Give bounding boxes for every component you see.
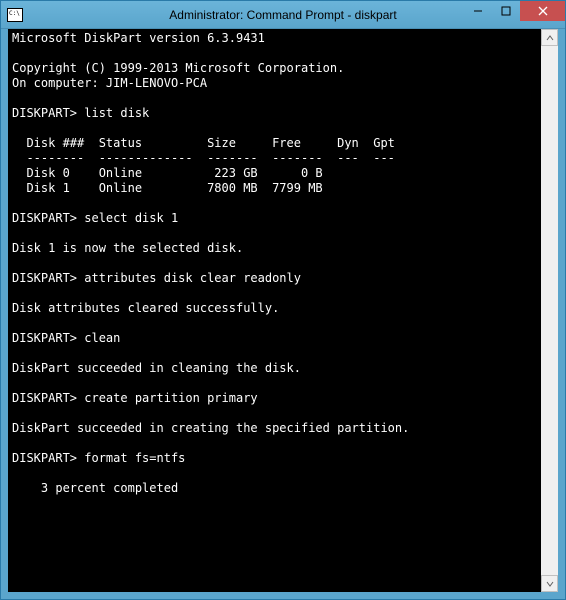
disk-table-rule: -------- ------------- ------- ------- -… [12, 151, 395, 165]
prompt-select-disk: DISKPART> select disk 1 [12, 211, 178, 225]
prompt-format: DISKPART> format fs=ntfs [12, 451, 185, 465]
chevron-down-icon [546, 580, 554, 588]
resp-selected: Disk 1 is now the selected disk. [12, 241, 243, 255]
command-prompt-window: Administrator: Command Prompt - diskpart… [0, 0, 566, 600]
resp-create-partition: DiskPart succeeded in creating the speci… [12, 421, 409, 435]
line-progress: 3 percent completed [12, 481, 178, 495]
prompt-attributes: DISKPART> attributes disk clear readonly [12, 271, 301, 285]
scroll-down-button[interactable] [541, 575, 558, 592]
resp-attributes: Disk attributes cleared successfully. [12, 301, 279, 315]
titlebar[interactable]: Administrator: Command Prompt - diskpart [1, 1, 565, 29]
chevron-up-icon [546, 34, 554, 42]
disk-row-1: Disk 1 Online 7800 MB 7799 MB [12, 181, 323, 195]
disk-table-header: Disk ### Status Size Free Dyn Gpt [12, 136, 395, 150]
line-oncomputer: On computer: JIM-LENOVO-PCA [12, 76, 207, 90]
client-area: Microsoft DiskPart version 6.3.9431 Copy… [8, 29, 558, 592]
disk-row-0: Disk 0 Online 223 GB 0 B [12, 166, 323, 180]
maximize-icon [501, 6, 511, 16]
prompt-create-partition: DISKPART> create partition primary [12, 391, 258, 405]
line-version: Microsoft DiskPart version 6.3.9431 [12, 31, 265, 45]
maximize-button[interactable] [492, 1, 520, 21]
cmd-icon [7, 8, 23, 22]
close-button[interactable] [520, 1, 565, 21]
prompt-list-disk: DISKPART> list disk [12, 106, 149, 120]
vertical-scrollbar[interactable] [541, 29, 558, 592]
scroll-up-button[interactable] [541, 29, 558, 46]
line-copyright: Copyright (C) 1999-2013 Microsoft Corpor… [12, 61, 344, 75]
close-icon [538, 6, 548, 16]
window-controls [464, 1, 565, 21]
minimize-button[interactable] [464, 1, 492, 21]
terminal-output[interactable]: Microsoft DiskPart version 6.3.9431 Copy… [8, 29, 541, 592]
resp-clean: DiskPart succeeded in cleaning the disk. [12, 361, 301, 375]
scroll-track[interactable] [541, 46, 558, 575]
minimize-icon [473, 6, 483, 16]
prompt-clean: DISKPART> clean [12, 331, 120, 345]
